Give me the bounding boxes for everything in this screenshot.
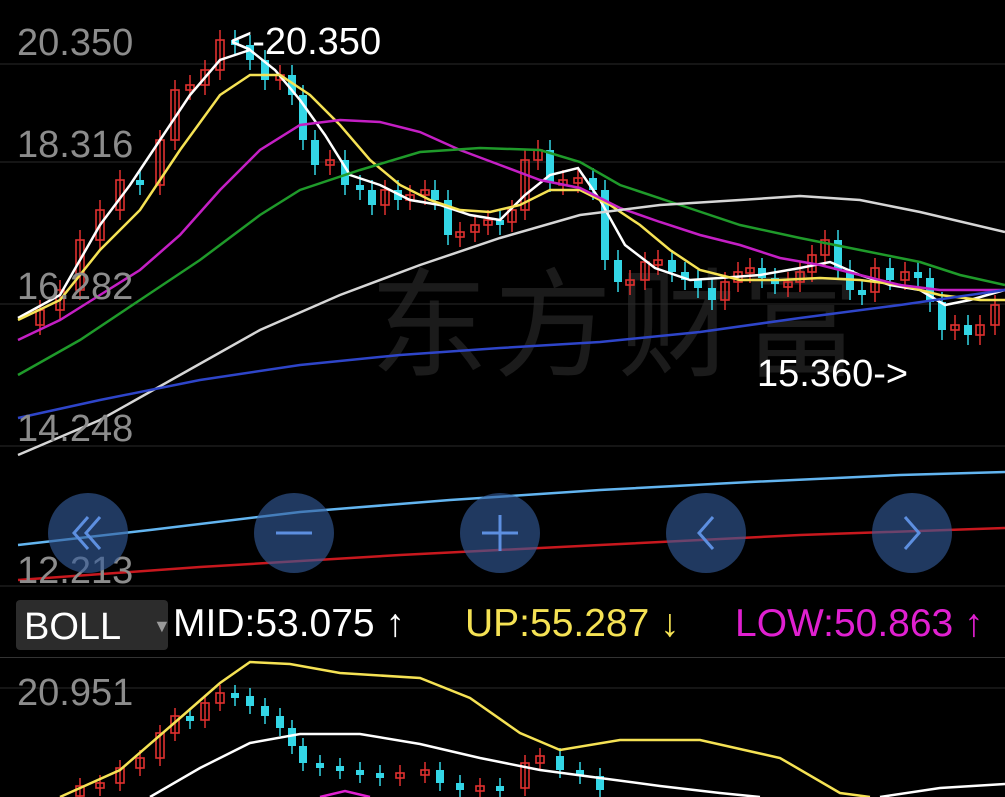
boll-mid-stat: MID:53.075 ↑ [173,604,405,643]
boll-up-value: UP:55.287 [465,602,650,645]
boll-up-stat: UP:55.287 ↓ [465,604,680,643]
next-button[interactable] [872,493,952,573]
candle-body [311,140,319,165]
boll-chart[interactable] [0,658,1005,797]
candle-body [708,288,716,300]
candle-body [316,763,324,768]
chevron-right-icon [903,516,921,550]
candle-body [336,766,344,771]
indicator-select-value: BOLL [24,606,122,648]
boll-upper-line [59,660,871,797]
rewind-button[interactable] [48,493,128,573]
double-chevron-left-icon [72,516,102,550]
price-label-1: 20.350 [17,22,134,64]
candle-body [496,786,504,791]
candle-body [136,180,144,185]
boll-mid-line-right [879,782,1005,797]
candle-body [376,773,384,778]
zoom-in-button[interactable] [460,493,540,573]
candle-body [186,716,194,721]
candle-body [231,693,239,698]
boll-low-value: LOW:50.863 [735,602,954,645]
boll-price-label: 20.951 [17,672,134,714]
indicator-select[interactable]: BOLL ▼ [16,600,171,650]
chevron-left-icon [697,516,715,550]
candle-body [368,190,376,205]
minus-icon [276,531,312,535]
high-price-marker: <-20.350 [230,21,382,63]
candle-body [694,280,702,288]
candle-body [614,260,622,282]
candle-body [436,770,444,783]
boll-low-arrow: ↑ [964,602,984,645]
price-label-2: 18.316 [17,124,134,166]
candle-body [858,290,866,295]
candle-body [356,185,364,190]
candle-body [556,756,564,770]
low-price-marker: 15.360-> [757,353,909,395]
candle-body [261,706,269,716]
candle-body [431,190,439,200]
boll-up-arrow: ↓ [660,602,680,645]
candle-body [964,325,972,335]
price-label-3: 16.282 [17,266,134,308]
candle-body [299,746,307,763]
zoom-out-button[interactable] [254,493,334,573]
boll-low-stat: LOW:50.863 ↑ [735,604,984,643]
candle-body [356,770,364,775]
ma60-line [17,194,1005,457]
price-label-4: 14.248 [17,408,134,450]
boll-mid-arrow: ↑ [385,602,405,645]
candle-body [914,272,922,278]
prev-button[interactable] [666,493,746,573]
ma30-line [17,146,1005,377]
candle-body [246,696,254,706]
candle-body [886,268,894,280]
candle-body [456,783,464,790]
boll-lower-line [319,789,371,797]
candle-body [668,260,676,272]
dropdown-arrow-icon: ▼ [153,616,171,636]
candle-body [276,716,284,728]
boll-mid-line [149,732,761,797]
plus-icon [482,515,518,551]
ma5-line [17,48,1005,320]
boll-mid-value: MID:53.075 [173,602,375,645]
stock-chart-screen: 东方财富 20.350 18.316 16.282 14.248 12.213 … [0,0,1005,797]
